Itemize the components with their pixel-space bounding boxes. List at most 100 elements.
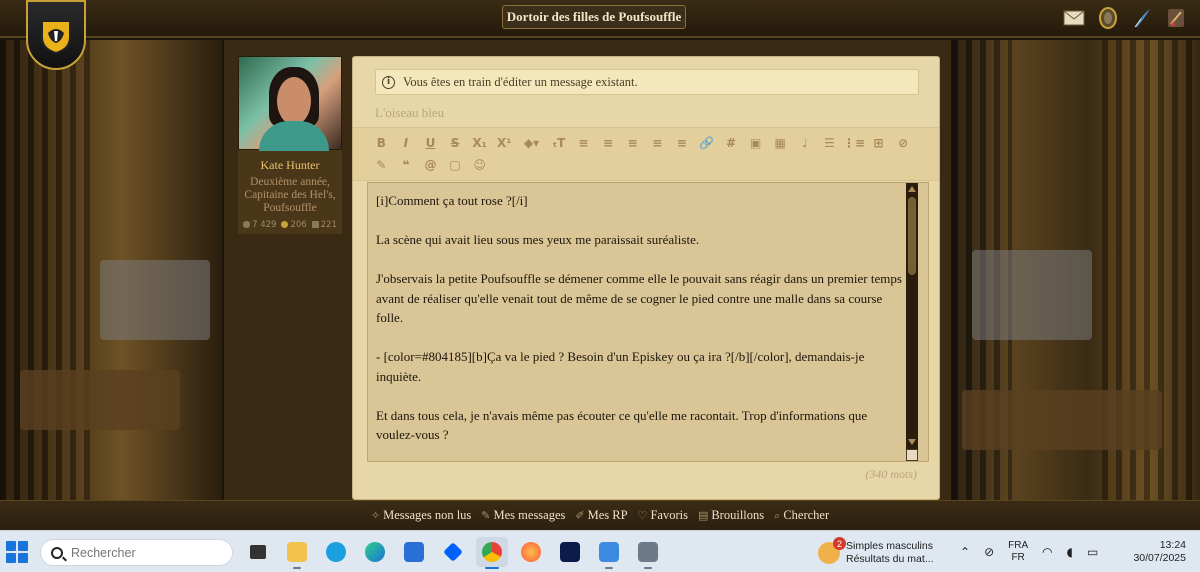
system-tray: ⌃ ⊘ FRA FR ◠ ◖ ▭: [960, 539, 1098, 565]
search-icon: [51, 546, 63, 559]
font-size-button[interactable]: ₜT: [547, 134, 572, 152]
speech-bubble-icon: [243, 221, 251, 228]
bottom-nav: ✧ Messages non lus ✎ Mes messages ✐ Mes RP …: [0, 500, 1200, 530]
video-icon[interactable]: ▦: [768, 134, 793, 152]
message-paragraph: La scène qui avait lieu sous mes yeux me…: [376, 232, 700, 247]
message-paragraph: [i]Comment ça tout rose ?[/i]: [376, 193, 528, 208]
bold-button[interactable]: B: [369, 134, 394, 152]
battery-icon[interactable]: ▭: [1087, 545, 1098, 559]
task-view-icon[interactable]: [242, 537, 274, 567]
nav-my-messages[interactable]: ✎ Mes messages: [481, 508, 565, 523]
nav-favorites[interactable]: ♡ Favoris: [638, 508, 688, 523]
indent-button[interactable]: ≡: [670, 134, 695, 152]
numbered-list-icon[interactable]: ⋮≡: [842, 134, 867, 152]
align-left-button[interactable]: ≡: [571, 134, 596, 152]
chevron-up-icon[interactable]: ⌃: [960, 545, 970, 559]
character-stats: 7 429 206 221: [238, 220, 342, 230]
edge-icon[interactable]: [359, 537, 391, 567]
points-stat: 221: [311, 220, 337, 230]
message-editor: i Vous êtes en train d'éditer un message…: [352, 56, 940, 500]
scroll-thumb[interactable]: [908, 197, 916, 275]
taskbar-search[interactable]: [40, 539, 233, 566]
coin-icon: [281, 221, 289, 228]
broom-icon[interactable]: [1164, 6, 1188, 30]
notification-widget[interactable]: 2 Simples masculins Résultats du mat...: [818, 537, 958, 569]
quote-icon[interactable]: ❝: [394, 156, 419, 174]
resize-handle[interactable]: [906, 449, 918, 461]
firefox-icon[interactable]: [515, 537, 547, 567]
notepad-icon[interactable]: [593, 537, 625, 569]
hashtag-icon[interactable]: #: [719, 134, 744, 152]
message-content: [i]Comment ça tout rose ?[/i] La scène q…: [376, 191, 906, 461]
notification-subtitle: Résultats du mat...: [846, 553, 934, 565]
nav-unread-messages[interactable]: ✧ Messages non lus: [371, 508, 471, 523]
character-name[interactable]: Kate Hunter: [238, 158, 342, 173]
quill-icon[interactable]: [1130, 6, 1154, 30]
link-icon[interactable]: 🔗: [694, 134, 719, 152]
file-explorer-icon[interactable]: [281, 537, 313, 569]
message-paragraph: Et dans tous cela, je n'avais même pas é…: [376, 407, 868, 443]
info-icon: i: [382, 75, 395, 89]
webex-icon[interactable]: [554, 537, 586, 567]
quill-icon: ✎: [481, 509, 491, 522]
nav-my-rp[interactable]: ✐ Mes RP: [575, 508, 627, 523]
avatar[interactable]: [238, 56, 342, 151]
edit-notice-text: Vous êtes en train d'éditer un message e…: [403, 74, 638, 89]
page-title: Dortoir des filles de Poufsouffle: [502, 5, 686, 29]
chrome-icon[interactable]: [476, 537, 508, 569]
portrait-frame-icon[interactable]: [1096, 6, 1120, 30]
subscript-button[interactable]: X₁: [467, 134, 492, 152]
underline-button[interactable]: U: [418, 134, 443, 152]
superscript-button[interactable]: X¹: [492, 134, 517, 152]
justify-button[interactable]: ≡: [645, 134, 670, 152]
spoiler-icon[interactable]: ▢: [443, 156, 468, 174]
windows-start-icon[interactable]: [6, 541, 28, 563]
color-picker-button[interactable]: ◆▾: [517, 134, 547, 152]
bullet-list-icon[interactable]: ☰: [817, 134, 842, 152]
store-icon[interactable]: [398, 537, 430, 567]
posts-stat: 7 429: [243, 220, 276, 230]
mention-icon[interactable]: @: [418, 156, 443, 174]
image-icon[interactable]: ▣: [743, 134, 768, 152]
envelope-icon[interactable]: [1062, 6, 1086, 30]
house-crest-logo[interactable]: [26, 0, 86, 70]
wifi-icon[interactable]: ◠: [1042, 545, 1052, 559]
table-icon[interactable]: ⊞: [866, 134, 891, 152]
hide-icon[interactable]: ⊘: [891, 134, 916, 152]
scroll-down-icon[interactable]: [908, 439, 916, 445]
magic-wand-icon[interactable]: ✎: [369, 156, 394, 174]
nav-search[interactable]: ⌕ Chercher: [774, 508, 829, 523]
music-icon[interactable]: ♩: [793, 134, 818, 152]
badger-crest-icon: [41, 20, 71, 55]
align-center-button[interactable]: ≡: [596, 134, 621, 152]
character-rank: Deuxième année, Capitaine des Hel's, Pou…: [244, 176, 336, 214]
subject-field[interactable]: L'oiseau bleu: [375, 105, 444, 121]
search-icon: ⌕: [774, 508, 781, 522]
taskbar-clock[interactable]: 13:24 30/07/2025: [1133, 539, 1186, 565]
italic-button[interactable]: I: [394, 134, 419, 152]
network-off-icon[interactable]: ⊘: [984, 545, 994, 559]
feather-icon: ✐: [575, 509, 585, 522]
align-right-button[interactable]: ≡: [620, 134, 645, 152]
background-scene-right: [952, 40, 1200, 500]
textarea-scrollbar[interactable]: [906, 183, 918, 461]
taskbar-search-input[interactable]: [71, 545, 211, 560]
volume-icon[interactable]: ◖: [1067, 545, 1073, 559]
nav-drafts[interactable]: ▤ Brouillons: [698, 508, 764, 523]
emoji-icon[interactable]: ☺: [467, 156, 492, 174]
strikethrough-button[interactable]: S: [443, 134, 468, 152]
notification-badge: 2: [833, 537, 846, 550]
star-icon: [311, 221, 319, 228]
skype-icon[interactable]: [320, 537, 352, 567]
dropbox-icon[interactable]: [437, 537, 469, 567]
background-scene-left: [0, 40, 222, 500]
scroll-up-icon[interactable]: [908, 186, 916, 192]
tennis-racket-icon: 2: [818, 537, 846, 564]
calculator-icon[interactable]: [632, 537, 664, 569]
character-card: Kate Hunter Deuxième année, Capitaine de…: [238, 56, 342, 234]
message-textarea[interactable]: [i]Comment ça tout rose ?[/i] La scène q…: [367, 182, 929, 462]
coins-stat: 206: [281, 220, 307, 230]
drafts-icon: ▤: [697, 509, 709, 522]
language-indicator[interactable]: FRA FR: [1008, 540, 1028, 564]
windows-taskbar: 2 Simples masculins Résultats du mat... …: [0, 530, 1200, 572]
